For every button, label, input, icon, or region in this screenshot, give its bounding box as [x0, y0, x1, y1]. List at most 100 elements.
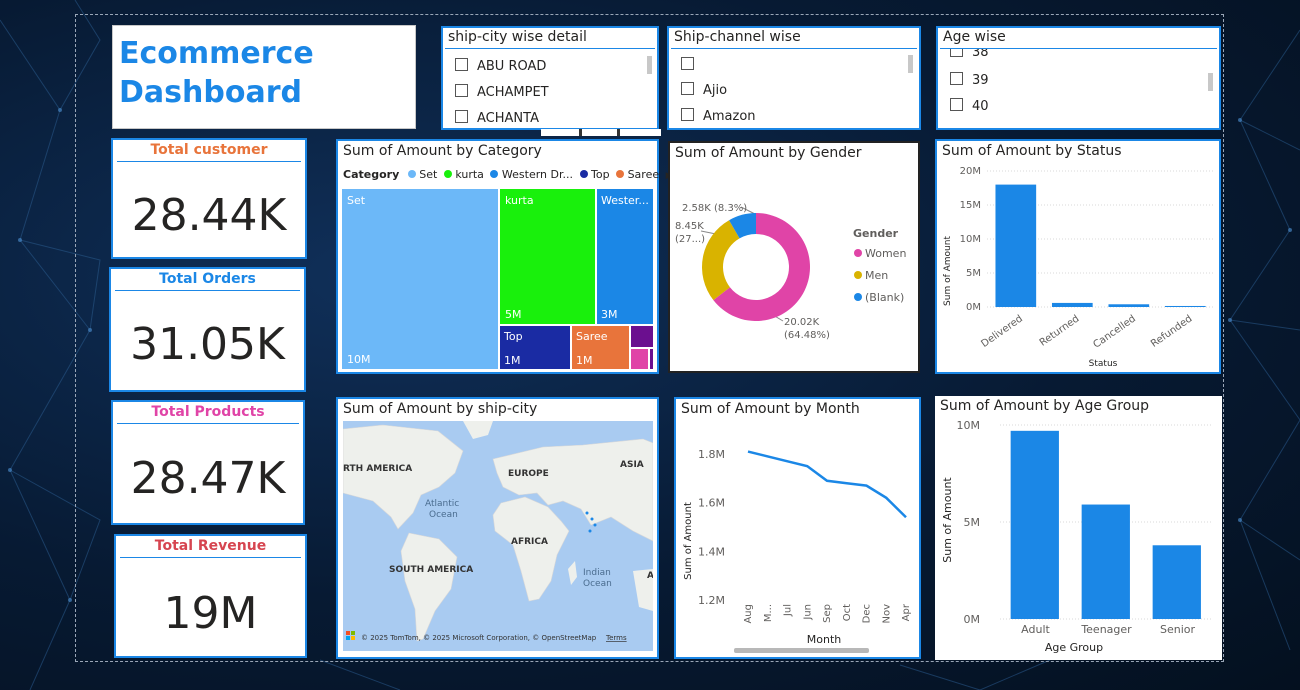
x-axis-title: Status	[1089, 359, 1118, 369]
label-atlantic-ocean: Ocean	[429, 510, 458, 520]
x-tick-label: Refunded	[1149, 313, 1194, 349]
bar-delivered[interactable]	[995, 184, 1037, 307]
slicer-item-age-40[interactable]: 40	[950, 98, 989, 114]
slicer-item-label: Ajio	[703, 83, 728, 98]
dashboard-title: Ecommerce Dashboard	[119, 34, 314, 112]
kpi-value: 28.44K	[131, 190, 287, 241]
world-map[interactable]: RTH AMERICA EUROPE ASIA Atlantic Ocean A…	[343, 421, 653, 651]
x-tick-label: Returned	[1038, 313, 1082, 348]
legend-item-blank[interactable]: (Blank)	[865, 291, 904, 304]
slicer-header: Age wise	[938, 28, 1219, 49]
slicer-scrollbar[interactable]	[1208, 73, 1213, 91]
kpi-label: Total Orders	[159, 271, 256, 287]
slicer-scrollbar[interactable]	[908, 55, 913, 73]
slicer-ship-city[interactable]: ship-city wise detail ABU ROAD ACHAMPET …	[441, 26, 659, 130]
legend-title: Category	[343, 168, 400, 181]
kpi-value: 31.05K	[130, 319, 285, 370]
bar-chart-age-group[interactable]: Sum of Amount by Age Group Sum of Amount…	[935, 396, 1222, 660]
treemap-tile-saree[interactable]: Saree 1M	[572, 326, 629, 369]
bar-senior[interactable]	[1152, 545, 1201, 619]
kpi-card-total-products[interactable]: Total Products 28.47K	[111, 400, 305, 525]
slicer-item-achanta[interactable]: ACHANTA	[455, 110, 539, 126]
y-tick-label: 20M	[960, 166, 981, 177]
legend-item-set[interactable]: Set	[419, 168, 437, 181]
treemap-tile-set[interactable]: Set 10M	[342, 189, 498, 369]
treemap-category[interactable]: Sum of Amount by Category Category Set k…	[336, 139, 673, 374]
label-africa: AFRICA	[511, 537, 548, 547]
label-north-america: RTH AMERICA	[343, 464, 412, 474]
x-tick-label: Aug	[743, 604, 754, 624]
bar-returned[interactable]	[1051, 302, 1093, 307]
bar-cancelled[interactable]	[1108, 304, 1150, 307]
slicer-title: ship-city wise detail	[448, 29, 587, 45]
line-chart-month[interactable]: Sum of Amount by Month Sum of Amount Mon…	[674, 397, 921, 659]
treemap-tile-top[interactable]: Top 1M	[500, 326, 570, 369]
checkbox[interactable]	[681, 57, 694, 70]
bar-teenager[interactable]	[1081, 504, 1130, 619]
map-ship-city[interactable]: Sum of Amount by ship-city RTH AMERICA E…	[336, 397, 659, 659]
x-tick-label: Jun	[802, 604, 813, 621]
checkbox[interactable]	[950, 72, 963, 85]
kpi-card-total-orders[interactable]: Total Orders 31.05K	[109, 267, 306, 392]
legend-item-saree[interactable]: Saree	[628, 168, 660, 181]
x-tick-label: M...	[763, 604, 774, 622]
callout-men-pct: (27...)	[675, 234, 705, 245]
x-tick-label: Apr	[901, 603, 912, 621]
legend-item-kurta[interactable]: kurta	[455, 168, 484, 181]
legend-item-women[interactable]: Women	[865, 247, 906, 260]
slicer-item-blank[interactable]	[681, 57, 703, 73]
x-tick-label: Dec	[862, 604, 873, 623]
x-tick-label: Delivered	[979, 313, 1025, 349]
bar-chart-status[interactable]: Sum of Amount by Status Sum of Amount St…	[935, 139, 1221, 374]
tile-label: Wester...	[601, 194, 649, 207]
treemap-tile-small-2[interactable]	[631, 349, 648, 369]
kpi-card-total-revenue[interactable]: Total Revenue 19M	[114, 534, 307, 658]
legend-dot	[443, 170, 452, 178]
status-chart-svg: Sum of Amount Status 0M 5M 10M 15M 20M Delive…	[943, 166, 1213, 369]
slicer-item-amazon[interactable]: Amazon	[681, 108, 756, 124]
checkbox[interactable]	[950, 98, 963, 111]
tile-value: 1M	[504, 354, 521, 367]
legend-dot-blank	[854, 293, 862, 301]
divider	[579, 129, 582, 136]
treemap-tile-kurta[interactable]: kurta 5M	[500, 189, 595, 324]
treemap-area: Set 10M kurta 5M Wester... 3M Top 1M Sar…	[342, 189, 653, 369]
slicer-item-label: ACHAMPET	[477, 85, 549, 100]
y-tick-label: 5M	[964, 516, 981, 529]
kpi-divider	[120, 557, 301, 558]
x-tick-label: Adult	[1021, 623, 1050, 636]
x-tick-label: Jul	[783, 604, 794, 617]
slicer-item-abu-road[interactable]: ABU ROAD	[455, 58, 546, 74]
treemap-tile-small-3[interactable]	[650, 349, 653, 369]
slicer-item-label: 39	[972, 73, 989, 88]
slicer-item-ajio[interactable]: Ajio	[681, 82, 727, 98]
slicer-item-label: 40	[972, 99, 989, 114]
legend-item-top[interactable]: Top	[591, 168, 610, 181]
legend-dot-men	[854, 271, 862, 279]
slicer-scrollbar[interactable]	[647, 56, 652, 74]
tile-label: Set	[347, 194, 366, 207]
age-chart-svg: Sum of Amount Age Group 0M 5M 10M Adult Teen…	[941, 419, 1213, 654]
slicer-ship-channel[interactable]: Ship-channel wise Ajio Amazon	[667, 26, 921, 130]
horizontal-scrollbar[interactable]	[734, 648, 869, 653]
slicer-item-achampet[interactable]: ACHAMPET	[455, 84, 549, 100]
legend-item-men[interactable]: Men	[865, 269, 888, 282]
label-atlantic: Atlantic	[425, 499, 459, 509]
slicer-divider	[445, 48, 655, 49]
checkbox[interactable]	[681, 82, 694, 95]
map-terms-link[interactable]: Terms	[605, 634, 627, 642]
checkbox[interactable]	[455, 110, 468, 123]
kpi-card-total-customer[interactable]: Total customer 28.44K	[111, 138, 307, 259]
checkbox[interactable]	[455, 84, 468, 97]
legend-dot	[579, 170, 588, 178]
slicer-age[interactable]: Age wise 38 39 40	[936, 26, 1221, 130]
donut-gender[interactable]: Sum of Amount by Gender 2.58K (8.3%) 8.4…	[668, 141, 920, 373]
bar-adult[interactable]	[1010, 430, 1059, 619]
slicer-item-age-39[interactable]: 39	[950, 72, 989, 88]
treemap-tile-western-dress[interactable]: Wester... 3M	[597, 189, 653, 324]
treemap-tile-small-1[interactable]	[631, 326, 653, 347]
legend-item-western-dress[interactable]: Western Dr...	[502, 168, 573, 181]
checkbox[interactable]	[455, 58, 468, 71]
checkbox[interactable]	[681, 108, 694, 121]
bar-refunded[interactable]	[1164, 305, 1206, 307]
